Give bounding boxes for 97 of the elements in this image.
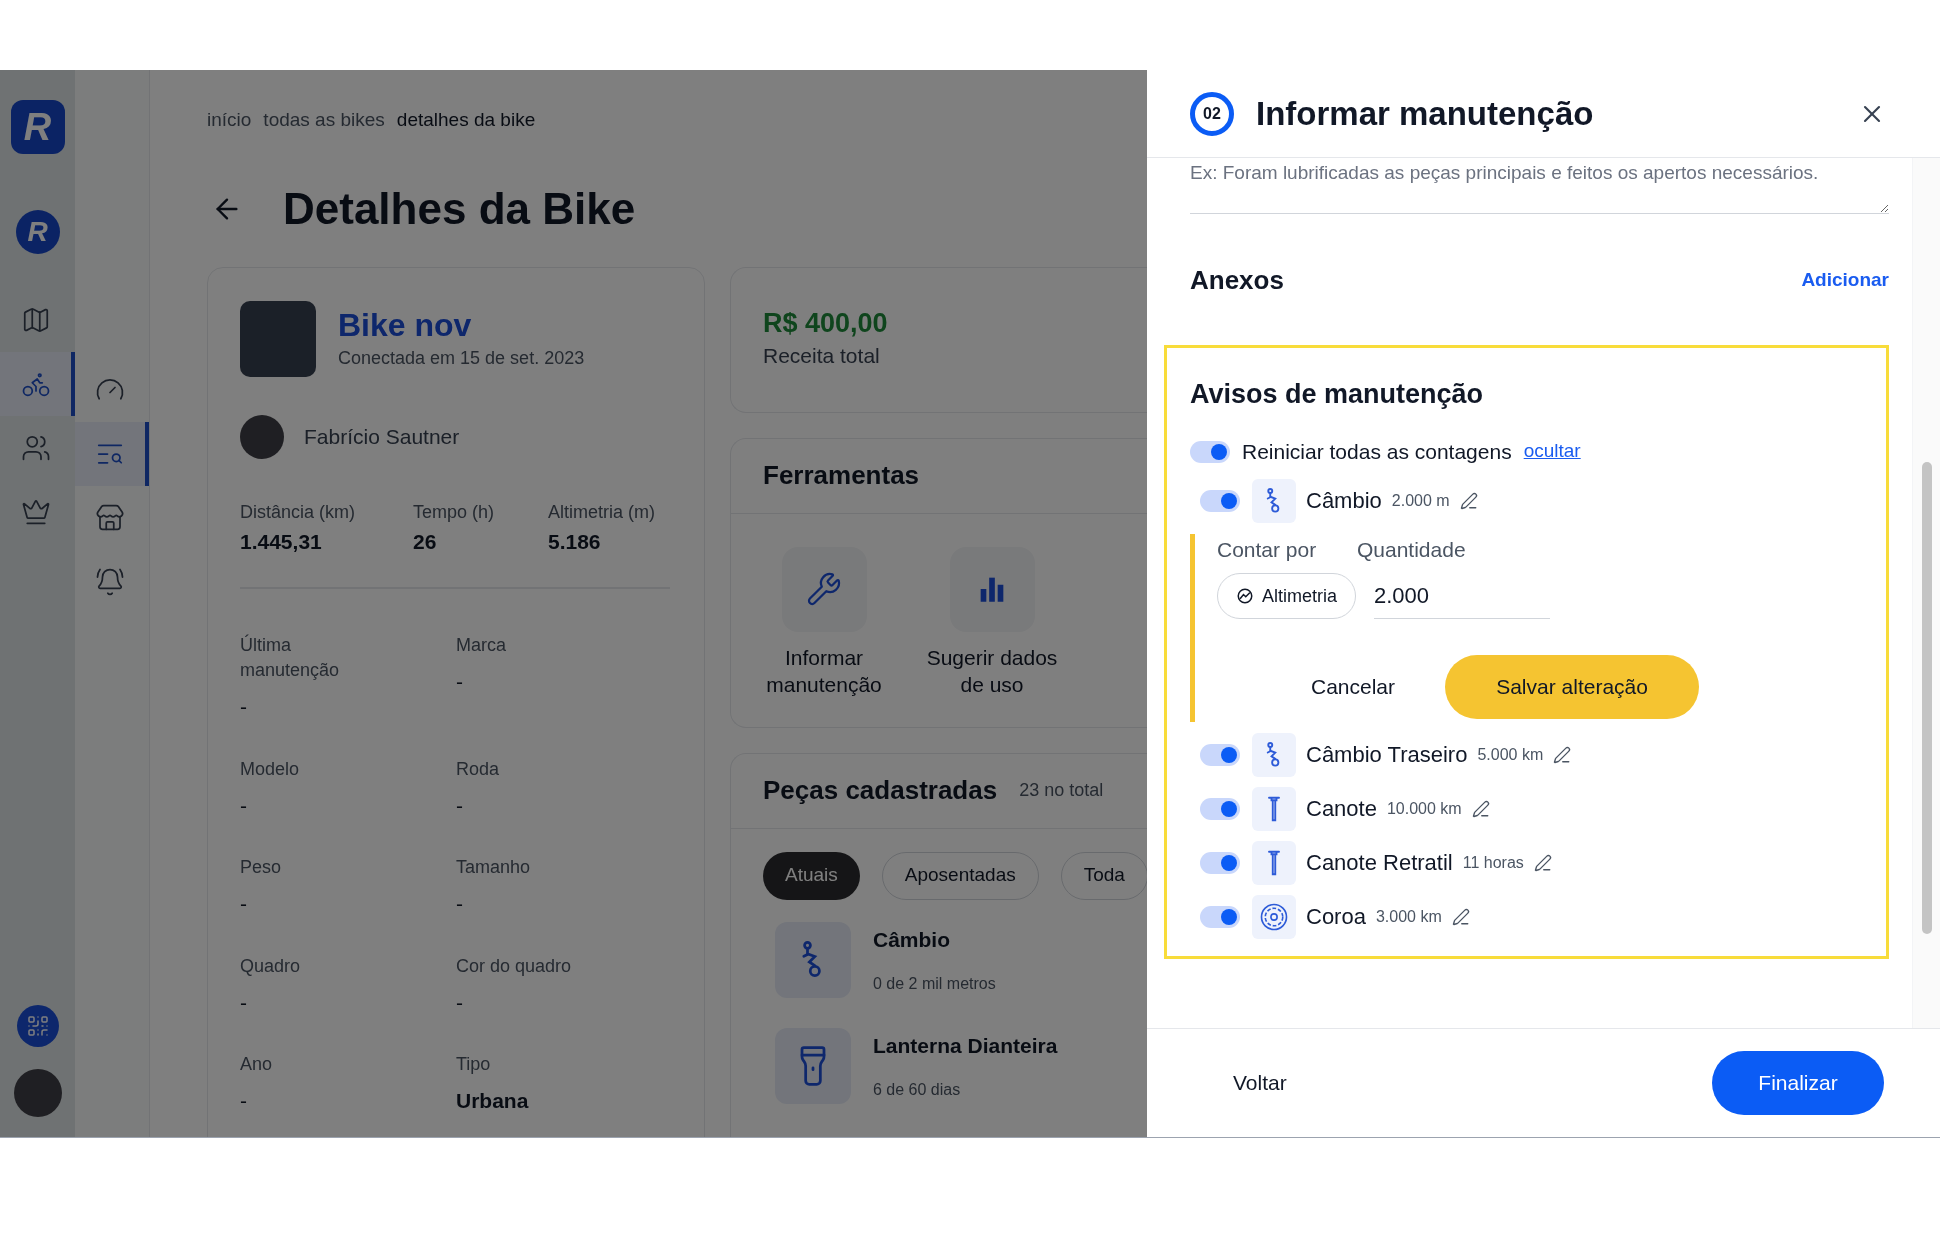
edit-icon[interactable] [1471,799,1490,818]
part-name: Canote [1306,795,1377,823]
edit-icon[interactable] [1459,491,1478,510]
avatar[interactable] [13,1069,62,1117]
owner-avatar [240,414,284,459]
toggle-switch[interactable] [1200,851,1240,874]
scrollbar-thumb[interactable] [1921,462,1932,934]
qr-code-icon [25,1014,50,1038]
parts-title: Peças cadastradas [763,774,998,807]
revenue-label: Receita total [763,342,881,369]
tools-title: Ferramentas [763,459,920,492]
stat-label: Distância (km) [240,500,356,524]
finish-button[interactable]: Finalizar [1712,1051,1884,1115]
spec-value: - [240,792,248,819]
toggle-switch[interactable] [1200,489,1240,512]
stat-value: 26 [413,528,438,555]
brand-badge[interactable]: R [15,210,60,254]
part-name: Canote Retratil [1306,849,1453,877]
part-amount: 2.000 m [1391,490,1450,511]
part-name: Câmbio Traseiro [1306,741,1468,769]
spec-value: - [456,891,464,917]
spec-value: - [456,669,464,695]
connected-date: Conectada em 15 de set. 2023 [338,347,585,370]
edit-icon[interactable] [1553,745,1572,764]
spec-value: - [456,792,464,819]
stat-label: Tempo (h) [413,500,496,524]
part-amount: 10.000 km [1386,798,1462,819]
spec-label: Cor do quadro [456,954,573,978]
spec-label: Tipo [456,1053,492,1076]
spec-label: Ano [240,1053,274,1076]
spec-label: Peso [240,856,283,879]
breadcrumb-link[interactable]: todas as bikes [263,106,385,135]
spec-value: - [456,989,464,1016]
step-badge: 02 [1190,91,1234,136]
notes-field[interactable]: Ex: Foram lubrificadas as peças principais e feitos os apertos necessários. [1190,160,1889,214]
spec-value: - [240,1088,248,1114]
owner-name: Fabrício Sautner [304,423,460,450]
part-amount: 3.000 km [1375,906,1442,927]
edit-icon[interactable] [1533,853,1552,872]
store-icon [95,503,125,533]
filter-chip[interactable]: Atuais [763,851,860,900]
stat-label: Altimetria (m) [548,500,655,524]
hide-link[interactable]: ocultar [1523,437,1581,466]
part-name: Lanterna Dianteira [873,1032,1058,1059]
field-label: Quantidade [1357,536,1466,563]
reset-label: Reiniciar todas as contagens [1242,438,1512,465]
page-title: Detalhes da Bike [283,182,636,235]
parts-count: 23 no total [1019,779,1104,802]
breadcrumb-link[interactable]: início [207,106,252,135]
users-icon [20,433,51,463]
field-label: Contar por [1217,536,1318,563]
spec-label: Última manutenção [240,633,341,682]
part-amount: 5.000 km [1477,744,1544,765]
spec-value: - [240,989,248,1016]
tool-button[interactable]: Sugerir dados de uso [917,546,1067,698]
spec-label: Modelo [240,757,301,781]
toggle-switch[interactable] [1200,743,1240,766]
stat-value: 5.186 [548,528,602,555]
cancel-button[interactable]: Cancelar [1291,655,1416,719]
attachments-title: Anexos [1190,264,1284,297]
tool-button[interactable]: Informar manutenção [749,546,899,698]
toggle-switch[interactable] [1200,797,1240,820]
part-usage: 6 de 60 dias [873,1079,962,1100]
part-name: Coroa [1306,903,1366,931]
stat-value: 1.445,31 [240,528,323,555]
drawer-title: Informar manutenção [1256,93,1594,134]
wrench-icon [806,571,842,607]
logo[interactable]: R [10,100,65,154]
toggle-switch[interactable] [1200,905,1240,928]
chart-circle-icon [1236,587,1254,605]
part-usage: 0 de 2 mil metros [873,973,996,994]
spec-value: Urbana [456,1088,530,1114]
back-button[interactable]: Voltar [1233,1058,1287,1108]
crown-icon [20,497,51,527]
spec-label: Roda [456,757,501,781]
spec-value: - [240,891,248,917]
breadcrumb-link[interactable]: detalhes da bike [396,106,536,135]
quantity-field[interactable]: 2.000 [1374,573,1550,619]
toggle-switch[interactable] [1190,440,1230,463]
sidebar-nav-button[interactable] [0,352,75,416]
part-amount: 11 horas [1462,852,1524,873]
spec-label: Tamanho [456,856,532,879]
spec-label: Marca [456,634,507,657]
revenue-value: R$ 400,00 [763,306,889,340]
warnings-title: Avisos de manutenção [1190,378,1485,411]
spec-label: Quadro [240,954,302,978]
qr-code-button[interactable] [16,1005,59,1047]
bike-name: Bike nov [338,306,473,345]
sidebar-nav-button[interactable] [75,422,149,486]
chainring-icon [1259,901,1289,932]
edit-icon[interactable] [1451,907,1470,926]
save-button[interactable]: Salvar alteração [1445,655,1700,719]
part-name: Câmbio [1306,487,1382,515]
bell-icon [95,567,125,597]
part-name: Câmbio [873,926,951,953]
spec-value: - [240,694,248,720]
add-link[interactable]: Adicionar [1801,266,1889,295]
